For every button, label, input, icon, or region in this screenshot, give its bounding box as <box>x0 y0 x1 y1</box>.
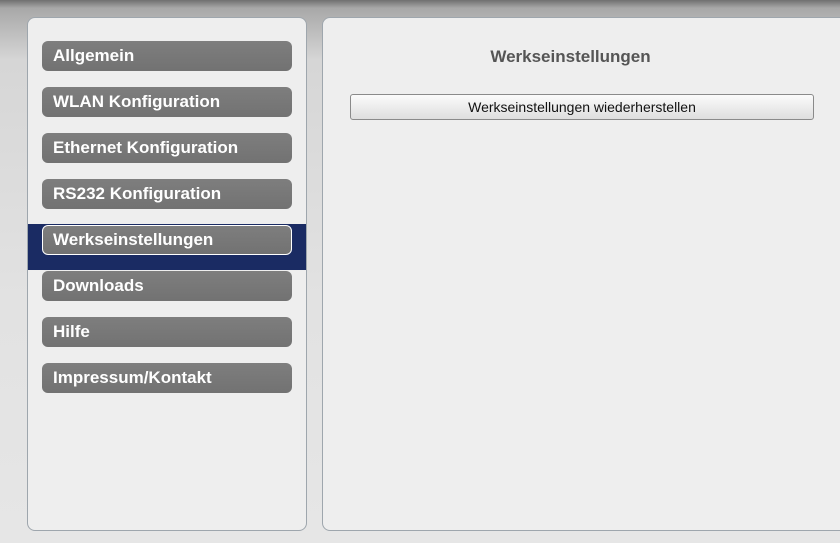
sidebar-item-rs232-konfiguration: RS232 Konfiguration <box>28 178 306 224</box>
page: { "sidebar": { "items": [ {"label": "All… <box>0 0 840 543</box>
main-content-panel: Werkseinstellungen Werkseinstellungen wi… <box>322 17 840 531</box>
factory-reset-button[interactable]: Werkseinstellungen wiederherstellen <box>350 94 814 120</box>
sidebar-nav: Allgemein WLAN Konfiguration Ethernet Ko… <box>28 40 306 408</box>
sidebar-item-werkseinstellungen: Werkseinstellungen <box>28 224 306 270</box>
sidebar-item-ethernet-konfiguration-button[interactable]: Ethernet Konfiguration <box>42 133 292 163</box>
sidebar-item-hilfe-button[interactable]: Hilfe <box>42 317 292 347</box>
sidebar-item-allgemein: Allgemein <box>28 40 306 86</box>
sidebar-item-downloads-button[interactable]: Downloads <box>42 271 292 301</box>
sidebar-panel: Allgemein WLAN Konfiguration Ethernet Ko… <box>27 17 307 531</box>
sidebar-item-hilfe: Hilfe <box>28 316 306 362</box>
sidebar-item-wlan-konfiguration: WLAN Konfiguration <box>28 86 306 132</box>
sidebar-item-werkseinstellungen-button[interactable]: Werkseinstellungen <box>42 225 292 255</box>
sidebar-item-ethernet-konfiguration: Ethernet Konfiguration <box>28 132 306 178</box>
page-title: Werkseinstellungen <box>490 47 651 66</box>
sidebar-item-downloads: Downloads <box>28 270 306 316</box>
sidebar-item-impressum-kontakt-button[interactable]: Impressum/Kontakt <box>42 363 292 393</box>
sidebar-item-impressum-kontakt: Impressum/Kontakt <box>28 362 306 408</box>
sidebar-item-rs232-konfiguration-button[interactable]: RS232 Konfiguration <box>42 179 292 209</box>
sidebar-item-wlan-konfiguration-button[interactable]: WLAN Konfiguration <box>42 87 292 117</box>
sidebar-item-allgemein-button[interactable]: Allgemein <box>42 41 292 71</box>
